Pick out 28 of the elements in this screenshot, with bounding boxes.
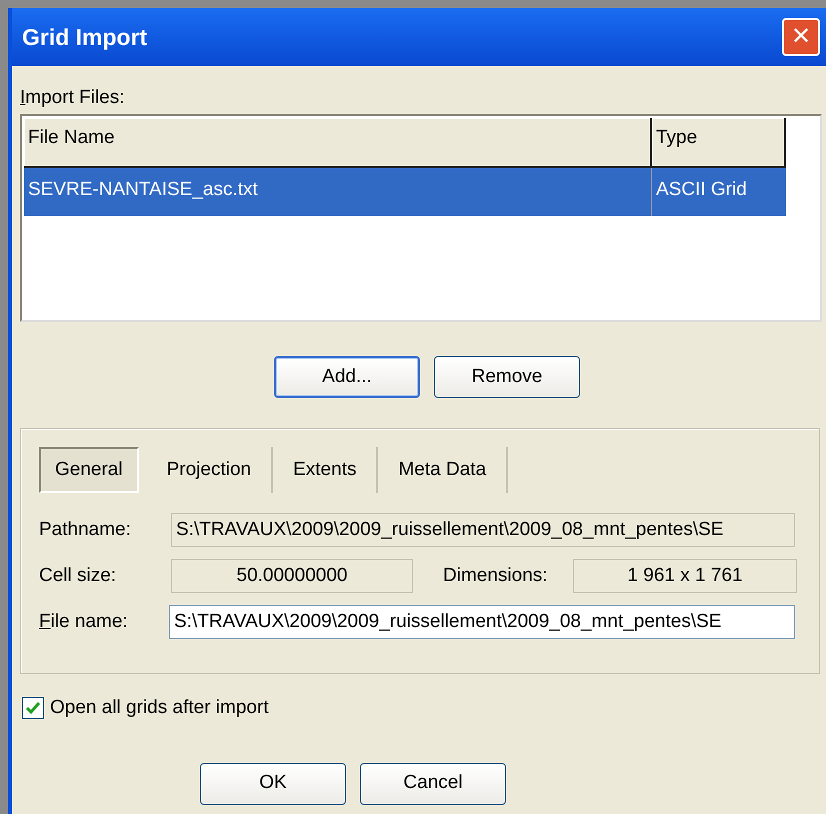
file-list[interactable]: File Name Type SEVRE-NANTAISE_asc.txt ASCII Grid bbox=[20, 114, 822, 322]
readonly-field: 50.00000000 bbox=[171, 559, 413, 593]
checkbox[interactable] bbox=[22, 697, 44, 720]
file-row[interactable]: SEVRE-NANTAISE_asc.txt ASCII Grid bbox=[24, 168, 786, 216]
button[interactable]: Remove bbox=[434, 356, 580, 398]
window-title: Grid Import bbox=[22, 22, 148, 52]
table-cell-text: ASCII Grid bbox=[655, 178, 748, 202]
list-label: Import Files: bbox=[20, 86, 125, 108]
tab[interactable]: Meta Data bbox=[378, 447, 508, 493]
field-label: Cell size: bbox=[39, 564, 118, 588]
button[interactable]: Add... bbox=[274, 356, 420, 398]
readonly-field: S:\TRAVAUX\2009\2009_ruissellement\2009_08_mnt_pentes\SE bbox=[171, 513, 795, 547]
field-label: Dimensions: bbox=[443, 564, 549, 588]
column-header[interactable]: Type bbox=[652, 118, 786, 168]
readonly-field: 1 961 x 1 761 bbox=[573, 559, 797, 593]
close-button[interactable]: ✕ bbox=[782, 18, 820, 56]
table-cell: SEVRE-NANTAISE_asc.txt bbox=[24, 168, 652, 216]
field-label: File name: bbox=[39, 610, 129, 634]
field-label: Pathname: bbox=[39, 518, 132, 542]
tab[interactable]: Extents bbox=[273, 447, 378, 493]
button[interactable]: Cancel bbox=[360, 762, 506, 804]
button[interactable]: OK bbox=[200, 762, 346, 804]
column-header[interactable]: File Name bbox=[24, 118, 652, 168]
check-icon bbox=[25, 701, 41, 716]
input-field[interactable]: S:\TRAVAUX\2009\2009_ruissellement\2009_08_mnt_pentes\SE bbox=[169, 605, 795, 639]
checkbox-label[interactable]: Open all grids after import bbox=[50, 694, 269, 722]
tab[interactable]: Projection bbox=[146, 447, 274, 493]
tab[interactable]: General bbox=[39, 447, 139, 493]
